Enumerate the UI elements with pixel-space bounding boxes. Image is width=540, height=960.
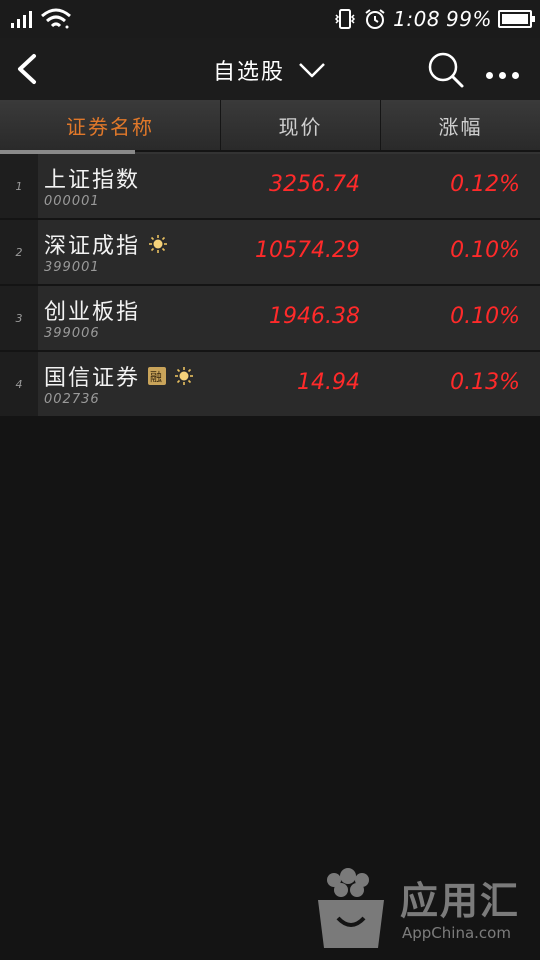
dot: [512, 71, 519, 79]
stock-name: 深证成指: [44, 234, 141, 259]
chevron-down-icon: [299, 63, 325, 78]
stock-name: 上证指数: [44, 168, 141, 193]
battery-icon: [498, 10, 535, 28]
row-index: 4: [0, 352, 38, 416]
stock-row[interactable]: 2 深证成指 399001 10574.29 0.10%: [0, 220, 540, 284]
sun-icon: [149, 235, 168, 253]
row-index: 1: [0, 154, 38, 218]
stock-list: 1 上证指数 000001 3256.74 0.12% 2 深证成指 39900…: [0, 154, 540, 418]
more-dots-icon[interactable]: [486, 68, 526, 82]
stock-change: 0.10%: [450, 238, 520, 263]
stock-code: 000001: [44, 194, 100, 209]
alarm-icon: [365, 9, 385, 29]
stock-row[interactable]: 4 国信证券 融 002736 14.94 0.13%: [0, 352, 540, 416]
page-title: 自选股: [212, 60, 285, 85]
stock-name-wrap: 国信证券 融: [44, 360, 194, 392]
stock-name-wrap: 创业板指: [44, 294, 140, 326]
vibrate-icon: [335, 9, 356, 29]
margin-badge: 融: [148, 367, 167, 385]
status-time: 1:08: [393, 7, 441, 31]
signal-icon: [11, 11, 32, 28]
row-index: 2: [0, 220, 38, 284]
tab-change[interactable]: 涨幅: [381, 100, 540, 150]
sun-icon: [175, 367, 194, 385]
stock-code: 002736: [44, 392, 100, 407]
stock-price: 10574.29: [255, 238, 360, 263]
search-icon[interactable]: [426, 50, 466, 90]
status-right: 1:08 99%: [333, 6, 535, 32]
app-header: 自选股: [0, 38, 540, 100]
battery-fill: [502, 14, 528, 24]
battery-percent: 99%: [446, 7, 492, 31]
stock-code: 399006: [44, 326, 100, 341]
stock-row[interactable]: 3 创业板指 399006 1946.38 0.10%: [0, 286, 540, 350]
stock-price: 1946.38: [269, 304, 360, 329]
watermark-subtitle: AppChina.com: [402, 924, 511, 942]
row-index: 3: [0, 286, 38, 350]
dot: [486, 71, 493, 79]
stock-price: 3256.74: [269, 172, 360, 197]
stock-change: 0.13%: [450, 370, 520, 395]
stock-price: 14.94: [297, 370, 360, 395]
stock-name: 国信证券: [44, 366, 141, 391]
stock-code: 399001: [44, 260, 100, 275]
stock-change: 0.12%: [450, 172, 520, 197]
appchina-watermark: 应用汇 AppChina.com: [312, 860, 532, 950]
stock-row[interactable]: 1 上证指数 000001 3256.74 0.12%: [0, 154, 540, 218]
wifi-icon: [41, 8, 71, 29]
shopping-bag-logo-icon: [318, 868, 384, 948]
tab-security-name[interactable]: 证券名称: [0, 100, 221, 150]
tab-price[interactable]: 现价: [221, 100, 381, 150]
status-bar: 1:08 99%: [0, 0, 540, 38]
column-tabs: 证券名称 现价 涨幅: [0, 100, 540, 150]
stock-name-wrap: 上证指数: [44, 162, 140, 194]
dot: [499, 71, 506, 79]
stock-change: 0.10%: [450, 304, 520, 329]
stock-name: 创业板指: [44, 300, 141, 325]
watermark-title: 应用汇: [400, 879, 521, 923]
stock-name-wrap: 深证成指: [44, 228, 168, 260]
